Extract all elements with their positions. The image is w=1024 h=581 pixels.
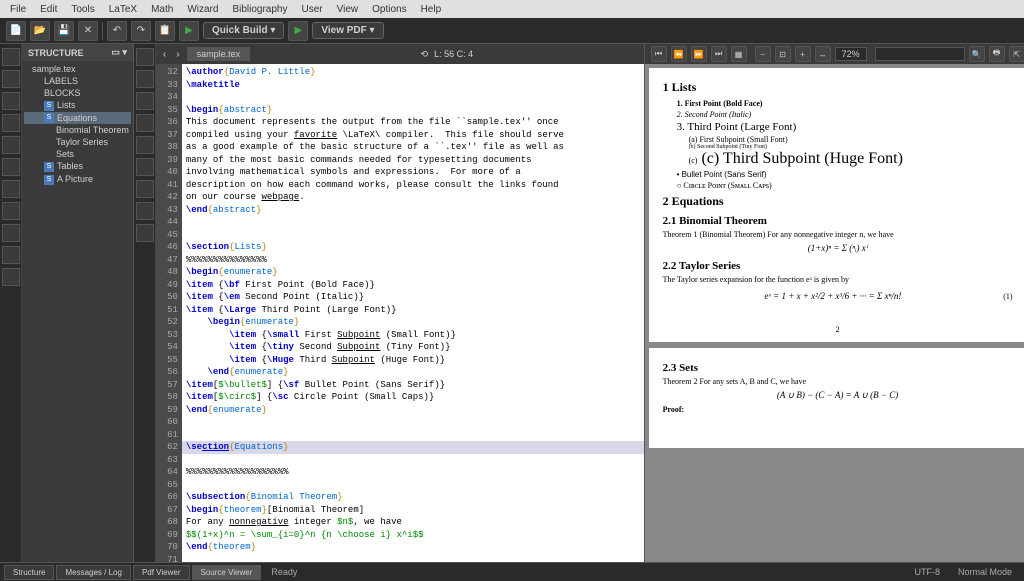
tool-icon[interactable]: [2, 158, 20, 176]
structure-header: STRUCTURE ▭ ▾: [22, 44, 133, 61]
tool-icon[interactable]: [2, 224, 20, 242]
zoom-in-icon[interactable]: +: [795, 46, 811, 62]
mid-toolbar: [134, 44, 156, 562]
menu-edit[interactable]: Edit: [34, 2, 63, 17]
grid-icon[interactable]: ▦: [731, 46, 747, 62]
edit-tool-icon[interactable]: [136, 114, 154, 132]
edit-tool-icon[interactable]: [136, 158, 154, 176]
structure-panel: STRUCTURE ▭ ▾ sample.texLABELSBLOCKSSLis…: [22, 44, 134, 562]
tool-icon[interactable]: [2, 202, 20, 220]
bottom-tab-structure[interactable]: Structure: [4, 565, 54, 580]
edit-tool-icon[interactable]: [136, 136, 154, 154]
left-toolbar: [0, 44, 22, 562]
menu-wizard[interactable]: Wizard: [181, 2, 224, 17]
tree-item[interactable]: Sets: [24, 148, 131, 160]
tree-item[interactable]: SEquations: [24, 112, 131, 125]
open-icon[interactable]: 📂: [30, 21, 50, 41]
edit-tool-icon[interactable]: [136, 202, 154, 220]
menu-view[interactable]: View: [331, 2, 365, 17]
first-page-icon[interactable]: ⏮: [651, 46, 667, 62]
print-icon[interactable]: 🖶: [989, 46, 1005, 62]
tool-icon[interactable]: [2, 180, 20, 198]
save-icon[interactable]: 💾: [54, 21, 74, 41]
view-dropdown[interactable]: View PDF ▾: [312, 22, 383, 39]
tree-item[interactable]: SA Picture: [24, 173, 131, 186]
menu-latex[interactable]: LaTeX: [103, 2, 143, 17]
zoom-out-icon[interactable]: −: [755, 46, 771, 62]
menu-options[interactable]: Options: [366, 2, 412, 17]
zoom-fit-icon[interactable]: ⊡: [775, 46, 791, 62]
pdf-page-1: 1 Lists 1. First Point (Bold Face) 2. Se…: [649, 68, 1024, 342]
menu-help[interactable]: Help: [415, 2, 448, 17]
pdf-pages[interactable]: 1 Lists 1. First Point (Bold Face) 2. Se…: [645, 64, 1024, 562]
panel-menu-icon[interactable]: ▭ ▾: [111, 47, 127, 58]
tool-icon[interactable]: [2, 246, 20, 264]
reload-icon[interactable]: ⟲: [421, 49, 429, 60]
tool-icon[interactable]: [2, 70, 20, 88]
file-tab[interactable]: sample.tex: [187, 47, 251, 61]
undo-icon[interactable]: ↶: [107, 21, 127, 41]
tool-icon[interactable]: [2, 92, 20, 110]
pdf-viewer: ⏮ ⏪ ⏩ ⏭ ▦ − ⊡ + ↔ 72% 🔍 🖶 ⇱ 1 Lists 1. F…: [644, 44, 1024, 562]
tool-icon[interactable]: [2, 114, 20, 132]
bottom-tab-messages[interactable]: Messages / Log: [56, 565, 130, 580]
bottom-tab-source[interactable]: Source Viewer: [192, 565, 262, 580]
tool-icon[interactable]: [2, 136, 20, 154]
fit-width-icon[interactable]: ↔: [815, 46, 831, 62]
new-icon[interactable]: 📄: [6, 21, 26, 41]
tool-icon[interactable]: [2, 48, 20, 66]
prev-tab-icon[interactable]: ‹: [160, 49, 169, 60]
menu-tools[interactable]: Tools: [65, 2, 100, 17]
pdf-toolbar: ⏮ ⏪ ⏩ ⏭ ▦ − ⊡ + ↔ 72% 🔍 🖶 ⇱: [645, 44, 1024, 64]
tree-item[interactable]: SLists: [24, 99, 131, 112]
last-page-icon[interactable]: ⏭: [711, 46, 727, 62]
menubar: FileEditToolsLaTeXMathWizardBibliography…: [0, 0, 1024, 18]
tool-icon[interactable]: [2, 268, 20, 286]
tree-item[interactable]: Taylor Series: [24, 136, 131, 148]
close-icon[interactable]: ✕: [78, 21, 98, 41]
menu-file[interactable]: File: [4, 2, 32, 17]
menu-bibliography[interactable]: Bibliography: [226, 2, 293, 17]
view-play-icon[interactable]: ▶: [288, 21, 308, 41]
build-dropdown[interactable]: Quick Build ▾: [203, 22, 284, 39]
edit-tool-icon[interactable]: [136, 92, 154, 110]
external-icon[interactable]: ⇱: [1009, 46, 1024, 62]
bottom-tab-pdf[interactable]: Pdf Viewer: [133, 565, 190, 580]
tree-item[interactable]: STables: [24, 160, 131, 173]
next-tab-icon[interactable]: ›: [173, 49, 182, 60]
redo-icon[interactable]: ↷: [131, 21, 151, 41]
code-content[interactable]: \author{David P. Little} \maketitle \beg…: [182, 64, 644, 562]
search-icon[interactable]: 🔍: [969, 46, 985, 62]
zoom-level[interactable]: 72%: [835, 47, 867, 61]
copy-icon[interactable]: 📋: [155, 21, 175, 41]
prev-page-icon[interactable]: ⏪: [671, 46, 687, 62]
menu-user[interactable]: User: [295, 2, 328, 17]
menu-math[interactable]: Math: [145, 2, 179, 17]
next-page-icon[interactable]: ⏩: [691, 46, 707, 62]
editor-tabbar: ‹ › sample.tex ⟲ L: 56 C: 4: [156, 44, 644, 64]
main-toolbar: 📄 📂 💾 ✕ ↶ ↷ 📋 ▶ Quick Build ▾ ▶ View PDF…: [0, 18, 1024, 44]
bottom-bar: Structure Messages / Log Pdf Viewer Sour…: [0, 562, 1024, 581]
tree-item[interactable]: BLOCKS: [24, 87, 131, 99]
play-icon[interactable]: ▶: [179, 21, 199, 41]
edit-tool-icon[interactable]: [136, 180, 154, 198]
tree-item[interactable]: sample.tex: [24, 63, 131, 75]
code-editor[interactable]: 32 33 34 35 36 37 38 39 40 41 42 43 44 4…: [156, 64, 644, 562]
status-text: Ready: [263, 567, 904, 577]
cursor-position: L: 56 C: 4: [434, 49, 473, 59]
line-gutter: 32 33 34 35 36 37 38 39 40 41 42 43 44 4…: [156, 64, 182, 562]
pdf-page-2: 2.3 Sets Theorem 2 For any sets A, B and…: [649, 348, 1024, 448]
editor-area: ‹ › sample.tex ⟲ L: 56 C: 4 32 33 34 35 …: [156, 44, 644, 562]
edit-tool-icon[interactable]: [136, 224, 154, 242]
pdf-search-input[interactable]: [875, 47, 965, 61]
edit-tool-icon[interactable]: [136, 70, 154, 88]
editor-mode: Normal Mode: [950, 567, 1020, 577]
encoding: UTF-8: [906, 567, 948, 577]
tree-item[interactable]: LABELS: [24, 75, 131, 87]
edit-tool-icon[interactable]: [136, 48, 154, 66]
tree-item[interactable]: Binomial Theorem: [24, 124, 131, 136]
structure-tree: sample.texLABELSBLOCKSSListsSEquationsBi…: [22, 61, 133, 562]
